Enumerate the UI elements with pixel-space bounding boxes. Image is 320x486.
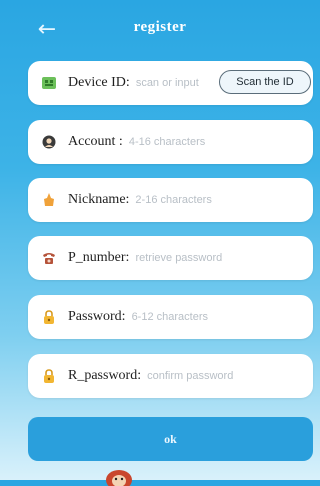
password-field: Password: <box>28 295 313 339</box>
lock-icon <box>42 369 56 383</box>
phone-label: P_number: <box>68 250 130 265</box>
device-id-label: Device ID: <box>68 75 130 90</box>
nickname-label: Nickname: <box>68 192 130 207</box>
account-field: Account : <box>28 120 313 164</box>
mascot-icon <box>106 470 132 486</box>
phone-input[interactable] <box>135 252 313 264</box>
top-bar: ← register <box>0 0 320 58</box>
account-label: Account : <box>68 134 123 149</box>
ok-button[interactable]: ok <box>28 417 313 461</box>
nickname-input[interactable] <box>135 194 313 206</box>
confirm-password-input[interactable] <box>147 370 313 382</box>
page-title: register <box>133 19 187 35</box>
device-id-field: Device ID: Scan the ID <box>28 61 313 105</box>
lock-icon <box>42 310 56 324</box>
thumbs-up-icon <box>42 193 56 207</box>
scan-id-button[interactable]: Scan the ID <box>219 70 311 94</box>
nickname-field: Nickname: <box>28 178 313 222</box>
phone-icon <box>42 251 56 265</box>
password-input[interactable] <box>131 311 313 323</box>
confirm-password-field: R_password: <box>28 354 313 398</box>
password-label: Password: <box>68 309 126 324</box>
confirm-password-label: R_password: <box>68 368 142 383</box>
qr-card-icon <box>42 76 56 90</box>
account-input[interactable] <box>128 136 313 148</box>
user-icon <box>42 135 56 149</box>
phone-field: P_number: <box>28 236 313 280</box>
